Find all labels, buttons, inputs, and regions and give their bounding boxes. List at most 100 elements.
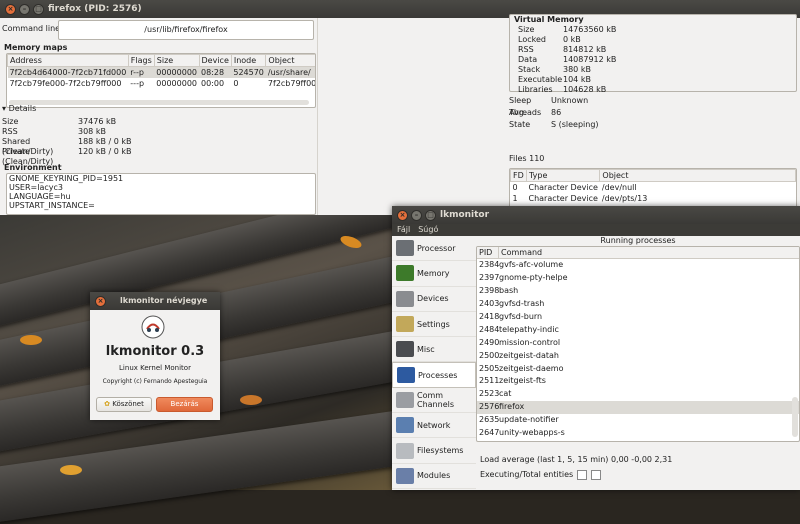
close-button[interactable]: Bezárás	[156, 397, 213, 412]
maximize-icon[interactable]: □	[425, 210, 436, 221]
memory-maps-table[interactable]: Address Flags Size Device Inode Object 7…	[6, 53, 316, 108]
column-header[interactable]: Address	[7, 54, 129, 67]
table-row-selected[interactable]: 2576 firefox	[477, 401, 799, 415]
sidebar-item-filesystems[interactable]: Filesystems	[392, 438, 476, 464]
panel-title: Running processes	[600, 236, 676, 245]
table-row[interactable]: 2523 cat	[477, 388, 799, 401]
load-value: 0,00 -0,00 2,31	[610, 455, 673, 464]
minimize-icon[interactable]: –	[19, 4, 30, 15]
sidebar-item-network[interactable]: Network	[392, 413, 476, 439]
column-header[interactable]: Size	[153, 54, 200, 67]
leaf	[60, 465, 82, 475]
menu-file[interactable]: Fájl	[397, 224, 410, 236]
detail-key: Private (Clean/Dirty)	[2, 147, 54, 166]
minimize-icon[interactable]: –	[411, 210, 422, 221]
sidebar-item-memory[interactable]: Memory	[392, 261, 476, 287]
sidebar-item-comm-channels[interactable]: Comm Channels	[392, 388, 476, 414]
window-title: lkmonitor	[440, 210, 490, 220]
sidebar-item-modules[interactable]: Modules	[392, 464, 476, 489]
menubar: Fájl Súgó	[392, 224, 800, 236]
vm-value: 14087912 kB	[563, 55, 617, 64]
table-row[interactable]: 2484 telepathy-indic	[477, 324, 799, 337]
filesystems-icon	[396, 442, 414, 459]
details-expander[interactable]: ▾ Details	[2, 104, 36, 113]
processor-icon	[396, 240, 414, 257]
virtual-memory-frame: Virtual Memory Size 14763560 kB Locked 0 k…	[509, 14, 797, 94]
column-header[interactable]: FD	[510, 169, 527, 182]
load-average: Load average (last 1, 5, 15 min) 0,00 -0…	[480, 454, 672, 466]
table-row[interactable]: 7f2cb79fe000-7f2cb79ff000 ---p 00000000 …	[8, 78, 316, 89]
command-cell: update-notifier	[499, 415, 559, 425]
maximize-icon[interactable]: □	[33, 4, 44, 15]
column-header[interactable]: PID	[477, 247, 499, 258]
vertical-scrollbar[interactable]	[792, 397, 798, 437]
close-icon[interactable]: ×	[397, 210, 408, 221]
sidebar-item-settings[interactable]: Settings	[392, 312, 476, 338]
pid-cell: 2576	[479, 402, 500, 412]
files-table[interactable]: FD Type Object 0 Character Device /dev/n…	[509, 168, 797, 208]
table-row[interactable]: 2403 gvfsd-trash	[477, 298, 799, 311]
column-header[interactable]: Device	[198, 54, 232, 67]
sidebar-item-label: Modules	[417, 471, 451, 481]
table-row[interactable]: 2398 bash	[477, 285, 799, 298]
table-row[interactable]: 2500 zeitgeist-datah	[477, 350, 799, 363]
sidebar-item-processor[interactable]: Processor	[392, 236, 476, 262]
table-row[interactable]: 2505 zeitgeist-daemo	[477, 363, 799, 376]
close-icon[interactable]: ×	[95, 296, 106, 307]
table-row[interactable]: 1 Character Device /dev/pts/13	[511, 193, 796, 204]
sidebar-item-devices[interactable]: Devices	[392, 287, 476, 312]
menu-help[interactable]: Súgó	[418, 224, 438, 236]
list-item: GNOME_KEYRING_PID=1951	[9, 174, 124, 183]
close-icon[interactable]: ×	[5, 4, 16, 15]
sidebar-item-label: Processes	[418, 370, 458, 380]
table-row[interactable]: 2397 gnome-pty-helpe	[477, 272, 799, 285]
table-row[interactable]: 2490 mission-control	[477, 337, 799, 350]
detail-key: RSS	[2, 127, 18, 136]
cell: ---p	[130, 78, 145, 88]
entities-indicator-icon	[591, 470, 602, 480]
table-row[interactable]: 0 Character Device /dev/null	[511, 182, 796, 193]
pid-cell: 2397	[479, 272, 500, 282]
command-cell: unity-webapps-s	[499, 428, 565, 438]
detail-key: Size	[2, 117, 19, 126]
column-header[interactable]: Command	[499, 247, 542, 258]
files-count: 110	[529, 154, 545, 163]
pid-cell: 2511	[479, 376, 500, 386]
vm-value: 14763560 kB	[563, 25, 617, 34]
table-row[interactable]: 2418 gvfsd-burn	[477, 311, 799, 324]
column-header[interactable]: Type	[525, 169, 601, 182]
modules-icon	[396, 467, 414, 484]
cell: 00000000	[154, 66, 199, 78]
thanks-button[interactable]: ✿ Köszönet	[96, 397, 152, 412]
column-header[interactable]: Flags	[127, 54, 155, 67]
cell: /dev/null	[601, 182, 637, 192]
sidebar-item-misc[interactable]: Misc	[392, 337, 476, 363]
table-row[interactable]: 2635 update-notifier	[477, 414, 799, 427]
vm-key: RSS	[518, 45, 534, 54]
column-header[interactable]: Object	[265, 54, 315, 67]
cell: Character Device	[528, 182, 598, 192]
command-cell: gnome-pty-helpe	[499, 272, 568, 282]
table-row[interactable]: 2647 unity-webapps-s	[477, 427, 799, 440]
about-copyright: Copyright (c) Fernando Apesteguia	[102, 378, 208, 385]
table-row[interactable]: 2384 gvfs-afc-volume	[477, 259, 799, 272]
vm-value: 104 kB	[563, 75, 591, 84]
stat-value: 86	[551, 108, 562, 117]
environment-list[interactable]: GNOME_KEYRING_PID=1951 USER=lacyc3 LANGU…	[6, 173, 316, 215]
process-table[interactable]: PID Command 2384 gvfs-afc-volume 2397 gnom…	[476, 246, 800, 442]
window-title: firefox (PID: 2576)	[48, 4, 142, 14]
horizontal-scrollbar[interactable]	[9, 100, 309, 105]
column-header[interactable]: Inode	[230, 54, 267, 67]
table-row[interactable]: 2511 zeitgeist-fts	[477, 375, 799, 388]
sidebar-item-label: Filesystems	[417, 446, 464, 456]
table-row[interactable]: 7f2cb4d64000-7f2cb71fd000 r--p 00000000 …	[7, 66, 315, 78]
about-titlebar: × lkmonitor névjegye	[90, 292, 220, 310]
vm-value: 380 kB	[563, 65, 591, 74]
sidebar-item-processes[interactable]: Processes	[392, 362, 476, 388]
command-line-field[interactable]: /usr/lib/firefox/firefox	[58, 20, 314, 40]
stat-key: State	[509, 120, 531, 129]
pid-cell: 2635	[479, 415, 500, 425]
column-header[interactable]: Object	[599, 169, 796, 182]
thanks-button-label: Köszönet	[112, 400, 144, 408]
memory-icon	[396, 265, 414, 282]
